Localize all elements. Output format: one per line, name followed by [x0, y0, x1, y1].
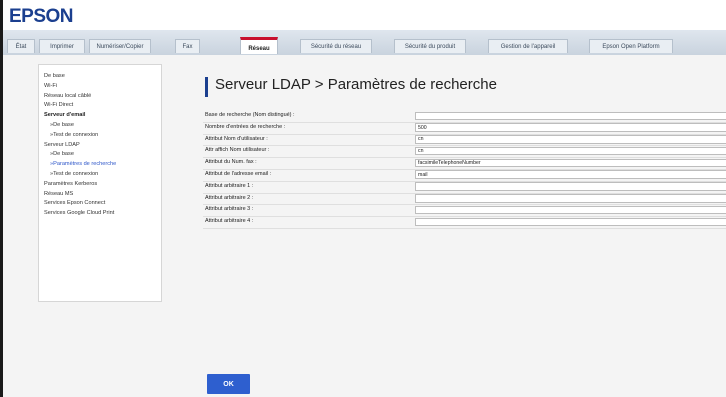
search-settings-form: Base de recherche (Nom distingué) : Nomb…: [203, 111, 726, 229]
username-attribute-label: Attribut Nom d'utilisateur :: [205, 135, 268, 142]
username-attribute-input[interactable]: [415, 135, 726, 144]
search-entries-input[interactable]: [415, 123, 726, 132]
sidebar-group-serveur-ldap[interactable]: Serveur LDAP: [44, 141, 161, 151]
form-row: Attribut du Num. fax :: [203, 158, 726, 170]
username-display-attribute-input[interactable]: [415, 146, 726, 156]
arbitrary-attribute-4-input[interactable]: [415, 217, 726, 227]
email-attribute-input[interactable]: [415, 170, 726, 179]
sidebar-item-email-de-base[interactable]: »De base: [44, 121, 161, 131]
username-display-attribute-label: Attr affich Nom utilisateur :: [205, 147, 270, 154]
arbitrary-attribute-4-label: Attribut arbitraire 4 :: [205, 218, 254, 225]
ok-button[interactable]: OK: [207, 374, 250, 394]
epson-logo: EPSON: [9, 6, 74, 27]
search-base-label: Base de recherche (Nom distingué) :: [205, 112, 295, 118]
sidebar-item-de-base[interactable]: De base: [44, 72, 161, 82]
fax-number-attribute-label: Attribut du Num. fax :: [205, 159, 257, 166]
email-attribute-label: Attribut de l'adresse email :: [205, 170, 272, 177]
sidebar: De base Wi-Fi Réseau local câblé Wi-Fi D…: [38, 64, 162, 302]
arbitrary-attribute-1-label: Attribut arbitraire 1 :: [205, 182, 254, 189]
tab-reseau[interactable]: Réseau: [240, 37, 278, 54]
tab-securite-produit[interactable]: Sécurité du produit: [394, 39, 466, 53]
arbitrary-attribute-2-label: Attribut arbitraire 2 :: [205, 194, 254, 201]
arbitrary-attribute-3-label: Attribut arbitraire 3 :: [205, 206, 254, 213]
tab-gestion-appareil[interactable]: Gestion de l'appareil: [488, 39, 568, 53]
tab-epson-open-platform[interactable]: Epson Open Platform: [589, 39, 673, 53]
form-row: Attribut Nom d'utilisateur :: [203, 135, 726, 147]
sidebar-item-ldap-de-base[interactable]: »De base: [44, 150, 161, 160]
main-panel: Serveur LDAP > Paramètres de recherche B…: [193, 64, 726, 397]
sidebar-group-serveur-email[interactable]: Serveur d'email: [44, 111, 161, 121]
arbitrary-attribute-3-input[interactable]: [415, 205, 726, 215]
sidebar-item-parametres-kerberos[interactable]: Paramètres Kerberos: [44, 180, 161, 190]
form-row: Attr affich Nom utilisateur :: [203, 146, 726, 159]
tab-bar: État Imprimer Numériser/Copier Fax Résea…: [3, 30, 726, 56]
form-row: Attribut arbitraire 2 :: [203, 194, 726, 206]
tab-etat[interactable]: État: [7, 39, 35, 53]
tab-securite-reseau[interactable]: Sécurité du réseau: [300, 39, 372, 53]
search-base-input[interactable]: [415, 111, 726, 120]
sidebar-item-wifi-direct[interactable]: Wi-Fi Direct: [44, 101, 161, 111]
sidebar-item-wifi[interactable]: Wi-Fi: [44, 82, 161, 92]
sidebar-item-google-cloud-print[interactable]: Services Google Cloud Print: [44, 209, 161, 219]
sidebar-item-reseau-ms[interactable]: Réseau MS: [44, 190, 161, 200]
sidebar-item-ldap-test-connexion[interactable]: »Test de connexion: [44, 170, 161, 180]
arbitrary-attribute-1-input[interactable]: [415, 182, 726, 191]
form-row: Nombre d'entrées de recherche :: [203, 123, 726, 135]
sidebar-item-ldap-parametres-recherche[interactable]: »Paramètres de recherche: [44, 160, 161, 170]
form-row: Base de recherche (Nom distingué) :: [203, 111, 726, 123]
title-accent-bar: [205, 77, 208, 97]
sidebar-item-epson-connect[interactable]: Services Epson Connect: [44, 199, 161, 209]
sidebar-item-email-test-connexion[interactable]: »Test de connexion: [44, 131, 161, 141]
form-row: Attribut arbitraire 1 :: [203, 182, 726, 194]
arbitrary-attribute-2-input[interactable]: [415, 194, 726, 203]
tab-numeriser-copier[interactable]: Numériser/Copier: [89, 39, 151, 53]
tab-imprimer[interactable]: Imprimer: [39, 39, 85, 53]
sidebar-item-reseau-local-cable[interactable]: Réseau local câblé: [44, 92, 161, 102]
page-title: Serveur LDAP > Paramètres de recherche: [215, 76, 497, 93]
header: EPSON: [3, 0, 726, 30]
tab-fax[interactable]: Fax: [175, 39, 200, 53]
fax-number-attribute-input[interactable]: [415, 158, 726, 168]
search-entries-label: Nombre d'entrées de recherche :: [205, 123, 286, 130]
form-row: Attribut arbitraire 4 :: [203, 217, 726, 229]
form-row: Attribut arbitraire 3 :: [203, 205, 726, 218]
form-row: Attribut de l'adresse email :: [203, 170, 726, 182]
